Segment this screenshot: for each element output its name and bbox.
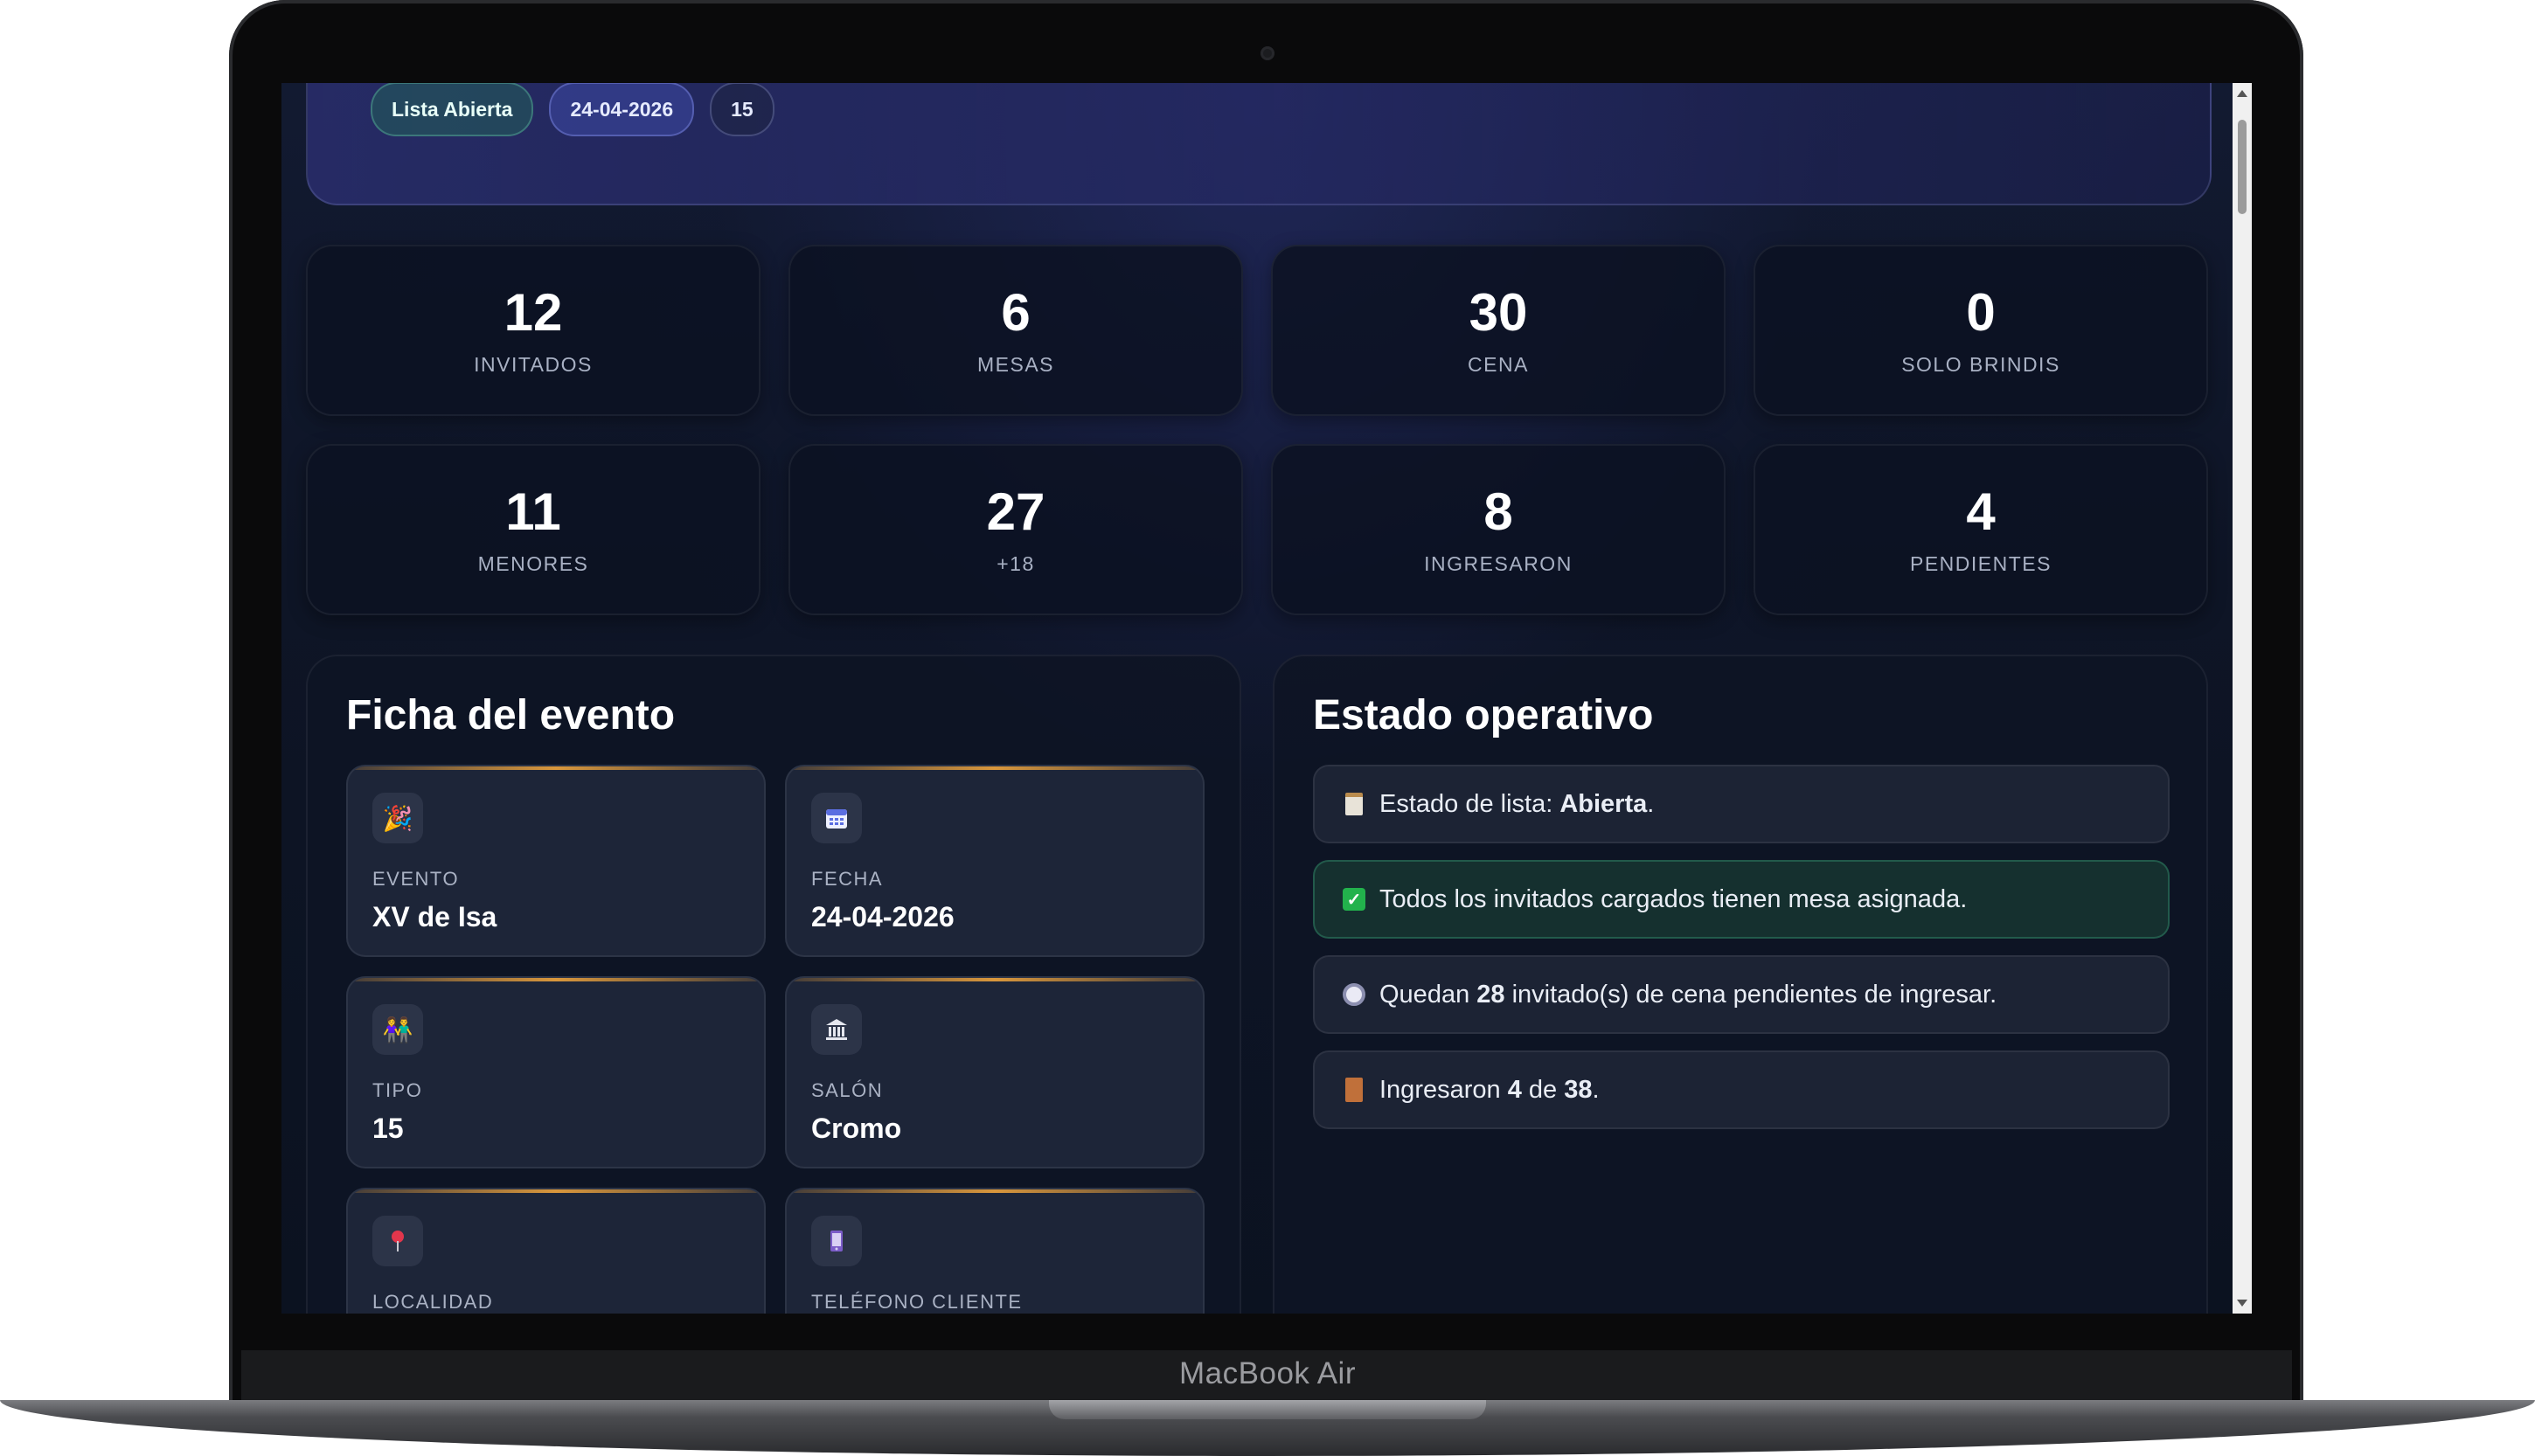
- info-card-fecha: FECHA 24-04-2026: [785, 765, 1205, 957]
- stat-solo-brindis: 0 SOLO BRINDIS: [1754, 245, 2208, 416]
- stat-cena: 30 CENA: [1271, 245, 1726, 416]
- info-value: Cromo: [811, 1113, 902, 1144]
- info-card-salon: SALÓN Cromo: [785, 976, 1205, 1168]
- panel-title: Ficha del evento: [346, 692, 676, 738]
- stat-value: 30: [1469, 283, 1528, 342]
- info-label: TIPO: [372, 1079, 423, 1101]
- scroll-thumb[interactable]: [2238, 120, 2247, 214]
- status-item-list: Estado de lista: Abierta.: [1313, 765, 2170, 843]
- device-brand-label: MacBook Air: [1179, 1356, 1356, 1390]
- check-icon: ✓: [1341, 888, 1367, 911]
- laptop-hinge-notch: [1049, 1400, 1486, 1419]
- stat-label: PENDIENTES: [1910, 552, 2052, 575]
- clipboard-icon: [1341, 793, 1367, 815]
- camera-icon: [1261, 46, 1274, 60]
- status-item-dinner: Quedan 28 invitado(s) de cena pendientes…: [1313, 955, 2170, 1034]
- event-sheet-panel: Ficha del evento 🎉 EVENTO XV de Isa FECH…: [306, 655, 1241, 1314]
- stat-value: 11: [505, 482, 561, 541]
- status-text: Estado de lista: Abierta.: [1379, 789, 1655, 818]
- stat-value: 6: [1001, 283, 1031, 342]
- info-card-localidad: LOCALIDAD: [346, 1188, 766, 1314]
- stat-value: 8: [1483, 482, 1513, 541]
- type-chip[interactable]: 15: [710, 83, 774, 136]
- info-card-tipo: 👫 TIPO 15: [346, 976, 766, 1168]
- phone-icon: [811, 1216, 862, 1266]
- stat-value: 0: [1966, 283, 1996, 342]
- info-label: EVENTO: [372, 868, 460, 890]
- panel-title: Estado operativo: [1313, 692, 1654, 738]
- status-item-entries: Ingresaron 4 de 38.: [1313, 1050, 2170, 1129]
- list-status-chip[interactable]: Lista Abierta: [371, 83, 534, 136]
- scroll-up-arrow-icon[interactable]: [2237, 90, 2247, 97]
- stat-menores: 11 MENORES: [306, 444, 760, 615]
- stat-value: 4: [1966, 482, 1996, 541]
- info-card-telefono: TELÉFONO CLIENTE: [785, 1188, 1205, 1314]
- scroll-down-arrow-icon[interactable]: [2237, 1300, 2247, 1307]
- couple-icon: 👫: [372, 1004, 423, 1055]
- pin-icon: [372, 1216, 423, 1266]
- door-icon: [1341, 1078, 1367, 1102]
- stat-value: 27: [986, 482, 1045, 541]
- header-chips: Lista Abierta 24-04-2026 15: [371, 83, 774, 136]
- stat-invitados: 12 INVITADOS: [306, 245, 760, 416]
- info-value: 24-04-2026: [811, 901, 955, 933]
- event-info-grid: 🎉 EVENTO XV de Isa FECHA 24-04-2026 👫 TI…: [346, 765, 1205, 1314]
- stat-label: CENA: [1468, 353, 1529, 376]
- info-card-evento: 🎉 EVENTO XV de Isa: [346, 765, 766, 957]
- date-chip[interactable]: 24-04-2026: [549, 83, 695, 136]
- status-text: Todos los invitados cargados tienen mesa…: [1379, 884, 1968, 913]
- event-header: Lista Abierta 24-04-2026 15: [306, 83, 2212, 205]
- stats-grid: 12 INVITADOS 6 MESAS 30 CENA 0 SOLO BRIN…: [306, 245, 2208, 615]
- party-popper-icon: 🎉: [372, 793, 423, 843]
- stat-label: MENORES: [477, 552, 589, 575]
- plate-icon: [1341, 983, 1367, 1006]
- calendar-icon: [811, 793, 862, 843]
- info-label: LOCALIDAD: [372, 1291, 494, 1313]
- status-list: Estado de lista: Abierta. ✓ Todos los in…: [1313, 765, 2170, 1146]
- stat-label: +18: [997, 552, 1035, 575]
- stat-pendientes: 4 PENDIENTES: [1754, 444, 2208, 615]
- stat-label: INGRESARON: [1424, 552, 1573, 575]
- app-screen: Lista Abierta 24-04-2026 15 12 INVITADOS…: [281, 83, 2252, 1314]
- status-item-tables: ✓ Todos los invitados cargados tienen me…: [1313, 860, 2170, 939]
- stat-mayores: 27 +18: [788, 444, 1243, 615]
- stat-value: 12: [504, 283, 563, 342]
- info-value: 15: [372, 1113, 404, 1144]
- stat-label: MESAS: [976, 353, 1055, 376]
- stat-label: INVITADOS: [474, 353, 593, 376]
- info-label: TELÉFONO CLIENTE: [811, 1291, 1023, 1313]
- status-text: Quedan 28 invitado(s) de cena pendientes…: [1379, 980, 1997, 1009]
- info-value: XV de Isa: [372, 901, 497, 933]
- operational-status-panel: Estado operativo Estado de lista: Abiert…: [1273, 655, 2208, 1314]
- stat-ingresaron: 8 INGRESARON: [1271, 444, 1726, 615]
- info-label: SALÓN: [811, 1079, 884, 1101]
- stat-mesas: 6 MESAS: [788, 245, 1243, 416]
- building-icon: [811, 1004, 862, 1055]
- info-label: FECHA: [811, 868, 884, 890]
- vertical-scrollbar[interactable]: [2233, 83, 2252, 1314]
- status-text: Ingresaron 4 de 38.: [1379, 1075, 1600, 1104]
- stat-label: SOLO BRINDIS: [1901, 353, 2060, 376]
